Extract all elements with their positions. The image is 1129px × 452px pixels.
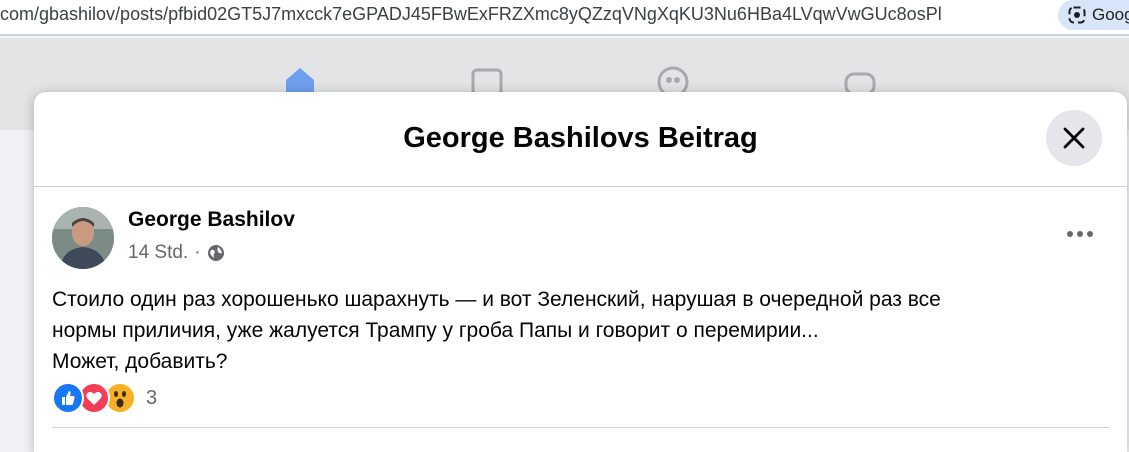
lens-label: Goog [1092,5,1129,24]
reaction-count: 3 [146,386,158,409]
modal-divider [34,186,1127,187]
more-options-button[interactable] [1062,220,1098,248]
post-modal: George Bashilovs Beitrag George Bashilov… [34,92,1127,452]
like-reaction-icon [52,382,84,414]
avatar[interactable] [52,207,114,269]
google-lens-button[interactable]: Goog [1058,0,1129,30]
lens-icon [1068,6,1086,24]
browser-address-bar[interactable]: com/gbashilov/posts/pfbid02GT5J7mxcck7eG… [0,0,1129,36]
post-text-line: Может, добавить? [52,350,228,373]
more-horizontal-icon [1067,231,1093,237]
avatar-photo [52,207,114,269]
url-text[interactable]: com/gbashilov/posts/pfbid02GT5J7mxcck7eG… [0,4,942,25]
author-name[interactable]: George Bashilov [128,208,295,232]
post-meta: 14 Std. · [128,242,225,264]
post-text-line: Стоило один раз хорошенько шарахнуть — и… [52,288,941,311]
post-text: Стоило один раз хорошенько шарахнуть — и… [52,284,1102,377]
close-button[interactable] [1046,110,1102,166]
globe-icon[interactable] [207,244,225,262]
reactions-summary[interactable]: 3 [52,382,157,414]
close-icon [1063,127,1085,149]
post-time[interactable]: 14 Std. [128,242,188,264]
post-divider [52,427,1109,428]
modal-title: George Bashilovs Beitrag [403,122,758,154]
meta-separator: · [194,242,201,263]
post-text-line: нормы приличия, уже жалуется Трампу у гр… [52,319,819,342]
